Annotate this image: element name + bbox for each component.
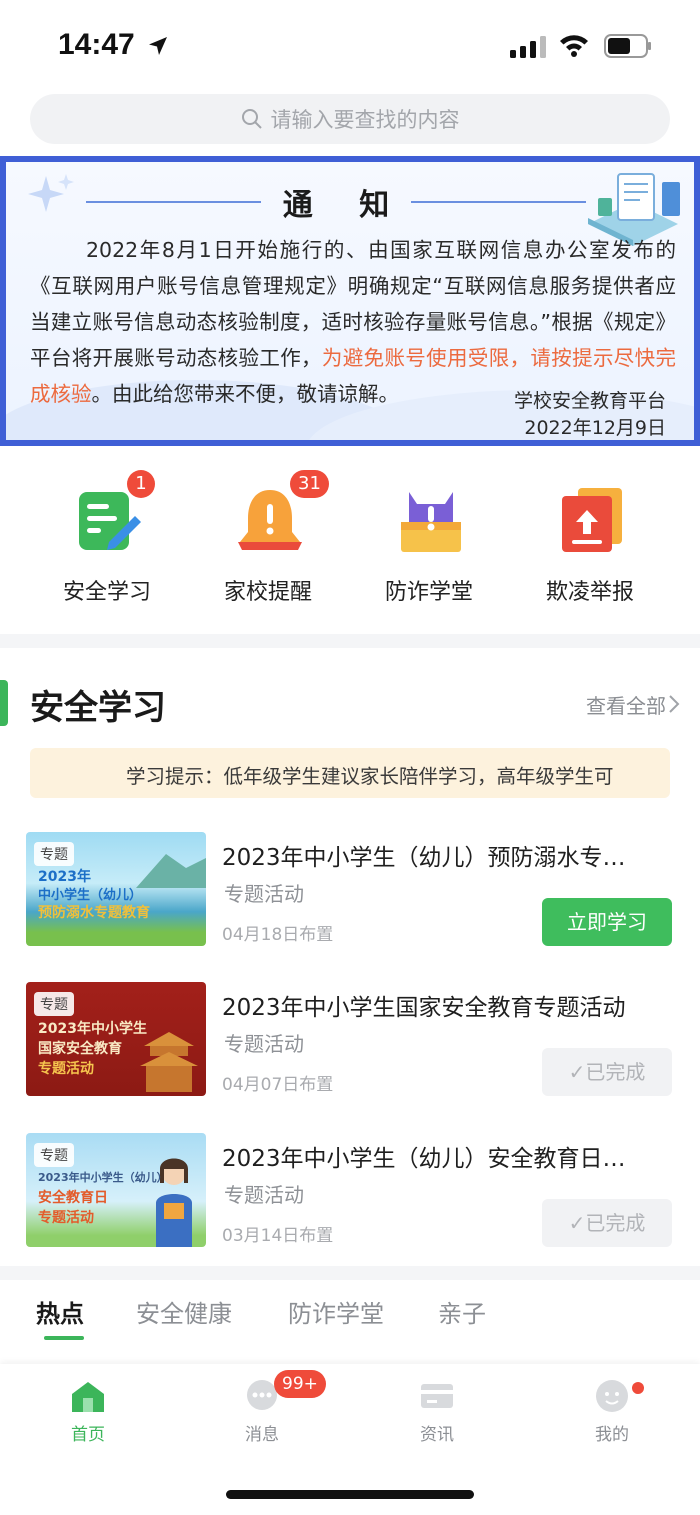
notice-banner[interactable]: 通 知 2022年8月1日开始施行的、由国家互联网信息办公室发布的《互联网用户账… bbox=[0, 156, 700, 446]
notice-title: 通 知 bbox=[282, 188, 408, 223]
course-subtitle: 专题活动 bbox=[224, 882, 304, 906]
tab-hot[interactable]: 热点 bbox=[36, 1294, 84, 1329]
start-learning-button[interactable]: 立即学习 bbox=[542, 898, 672, 946]
entry-home-school-reminder[interactable]: 31 家校提醒 bbox=[198, 470, 338, 620]
nav-label: 首页 bbox=[71, 1425, 105, 1445]
view-all-link[interactable]: 查看全部 bbox=[586, 690, 666, 719]
entry-bullying-report[interactable]: 欺凌举报 bbox=[520, 470, 660, 620]
course-subtitle: 专题活动 bbox=[224, 1183, 304, 1207]
search-bar[interactable]: 请输入要查找的内容 bbox=[30, 94, 670, 144]
thumbnail-text: 专题活动 bbox=[38, 1061, 94, 1077]
nav-label: 资讯 bbox=[420, 1425, 454, 1445]
report-icon bbox=[562, 488, 622, 552]
course-title: 2023年中小学生国家安全教育专题活动 bbox=[222, 995, 626, 1021]
course-date: 03月14日布置 bbox=[222, 1226, 334, 1246]
battery-icon bbox=[604, 34, 651, 58]
section-accent-bar bbox=[0, 680, 8, 726]
course-thumbnail: 专题 2023年 中小学生（幼儿） 预防溺水专题教育 bbox=[26, 832, 206, 946]
section-divider bbox=[0, 1266, 700, 1280]
thumbnail-text: 预防溺水专题教育 bbox=[38, 905, 150, 921]
section-title: 安全学习 bbox=[30, 688, 166, 728]
thumbnail-text: 2023年 bbox=[38, 869, 91, 885]
thumbnail-text: 安全教育日 bbox=[38, 1190, 108, 1206]
course-title: 2023年中小学生（幼儿）预防溺水专… bbox=[222, 845, 626, 871]
nav-badge: 99+ bbox=[274, 1370, 326, 1398]
entry-anti-fraud[interactable]: 防诈学堂 bbox=[359, 470, 499, 620]
notice-sign-date: 2022年12月9日 bbox=[524, 417, 666, 439]
completed-button[interactable]: ✓已完成 bbox=[542, 1048, 672, 1096]
thumbnail-text: 2023年中小学生 bbox=[38, 1021, 147, 1037]
location-arrow-icon bbox=[149, 37, 167, 55]
tab-safety-health[interactable]: 安全健康 bbox=[136, 1294, 232, 1329]
cellular-signal-icon bbox=[510, 36, 546, 58]
thumbnail-tag: 专题 bbox=[34, 992, 74, 1016]
category-tabs: 热点 安全健康 防诈学堂 亲子 bbox=[0, 1280, 700, 1360]
home-icon bbox=[72, 1382, 104, 1412]
entry-label: 防诈学堂 bbox=[384, 580, 473, 605]
entry-badge: 1 bbox=[127, 470, 155, 498]
course-date: 04月18日布置 bbox=[222, 925, 334, 945]
entry-badge: 31 bbox=[290, 470, 329, 498]
course-thumbnail: 专题 2023年中小学生（幼儿） 安全教育日 专题活动 bbox=[26, 1133, 206, 1247]
notice-sign-org: 学校安全教育平台 bbox=[513, 390, 666, 412]
section-divider bbox=[0, 634, 700, 648]
notice-body: 2022年8月1日开始施行的、由国家互联网信息办公室发布的《互联网用户账号信息管… bbox=[30, 232, 676, 412]
thumbnail-text: 专题活动 bbox=[38, 1210, 94, 1226]
nav-label: 我的 bbox=[595, 1425, 629, 1445]
news-icon bbox=[421, 1384, 453, 1408]
divider-line bbox=[86, 201, 261, 203]
course-subtitle: 专题活动 bbox=[224, 1032, 304, 1056]
course-item[interactable]: 专题 2023年中小学生 国家安全教育 专题活动 2023年中小学生国家安全教育… bbox=[26, 982, 676, 1098]
tab-anti-fraud[interactable]: 防诈学堂 bbox=[288, 1294, 384, 1329]
study-tip-bar: 学习提示：低年级学生建议家长陪伴学习，高年级学生可 bbox=[30, 748, 670, 798]
profile-icon bbox=[596, 1380, 628, 1412]
thumbnail-text: 2023年中小学生（幼儿） bbox=[38, 1171, 168, 1184]
status-time: 14:47 bbox=[58, 28, 135, 61]
thumbnail-tag: 专题 bbox=[34, 842, 74, 866]
active-tab-indicator bbox=[44, 1336, 84, 1340]
tab-parent-child[interactable]: 亲子 bbox=[438, 1294, 486, 1329]
entry-safety-study[interactable]: 1 安全学习 bbox=[37, 470, 177, 620]
course-date: 04月07日布置 bbox=[222, 1075, 334, 1095]
nav-label: 消息 bbox=[245, 1425, 279, 1445]
search-icon bbox=[241, 108, 263, 130]
thumbnail-text: 中小学生（幼儿） bbox=[38, 888, 143, 903]
course-item[interactable]: 专题 2023年 中小学生（幼儿） 预防溺水专题教育 2023年中小学生（幼儿）… bbox=[26, 832, 676, 948]
chevron-right-icon[interactable] bbox=[668, 694, 680, 714]
search-placeholder: 请输入要查找的内容 bbox=[270, 108, 460, 132]
notice-title-row: 通 知 bbox=[86, 182, 587, 223]
entry-label: 欺凌举报 bbox=[545, 580, 634, 605]
nav-notification-dot bbox=[632, 1382, 644, 1394]
thumbnail-tag: 专题 bbox=[34, 1143, 74, 1167]
completed-button[interactable]: ✓已完成 bbox=[542, 1199, 672, 1247]
study-tip-text: 学习提示：低年级学生建议家长陪伴学习，高年级学生可 bbox=[126, 765, 614, 788]
anti-fraud-icon bbox=[401, 492, 461, 552]
entry-label: 安全学习 bbox=[62, 580, 151, 605]
notice-signature: 学校安全教育平台 2022年12月9日 bbox=[513, 388, 666, 440]
divider-line bbox=[411, 201, 587, 203]
course-item[interactable]: 专题 2023年中小学生（幼儿） 安全教育日 专题活动 2023年中小学生（幼儿… bbox=[26, 1133, 676, 1249]
home-indicator[interactable] bbox=[226, 1490, 474, 1499]
status-bar: 14:47 bbox=[0, 0, 700, 90]
quick-entries: 1 安全学习 31 家校提醒 防诈学堂 欺凌举报 bbox=[0, 470, 700, 620]
course-thumbnail: 专题 2023年中小学生 国家安全教育 专题活动 bbox=[26, 982, 206, 1096]
wifi-icon bbox=[560, 35, 588, 57]
notice-body-tail: 。由此给您带来不便，敬请谅解。 bbox=[91, 382, 400, 406]
entry-label: 家校提醒 bbox=[223, 580, 312, 605]
thumbnail-text: 国家安全教育 bbox=[38, 1041, 122, 1057]
course-title: 2023年中小学生（幼儿）安全教育日… bbox=[222, 1146, 626, 1172]
sparkle-icon bbox=[28, 174, 74, 212]
